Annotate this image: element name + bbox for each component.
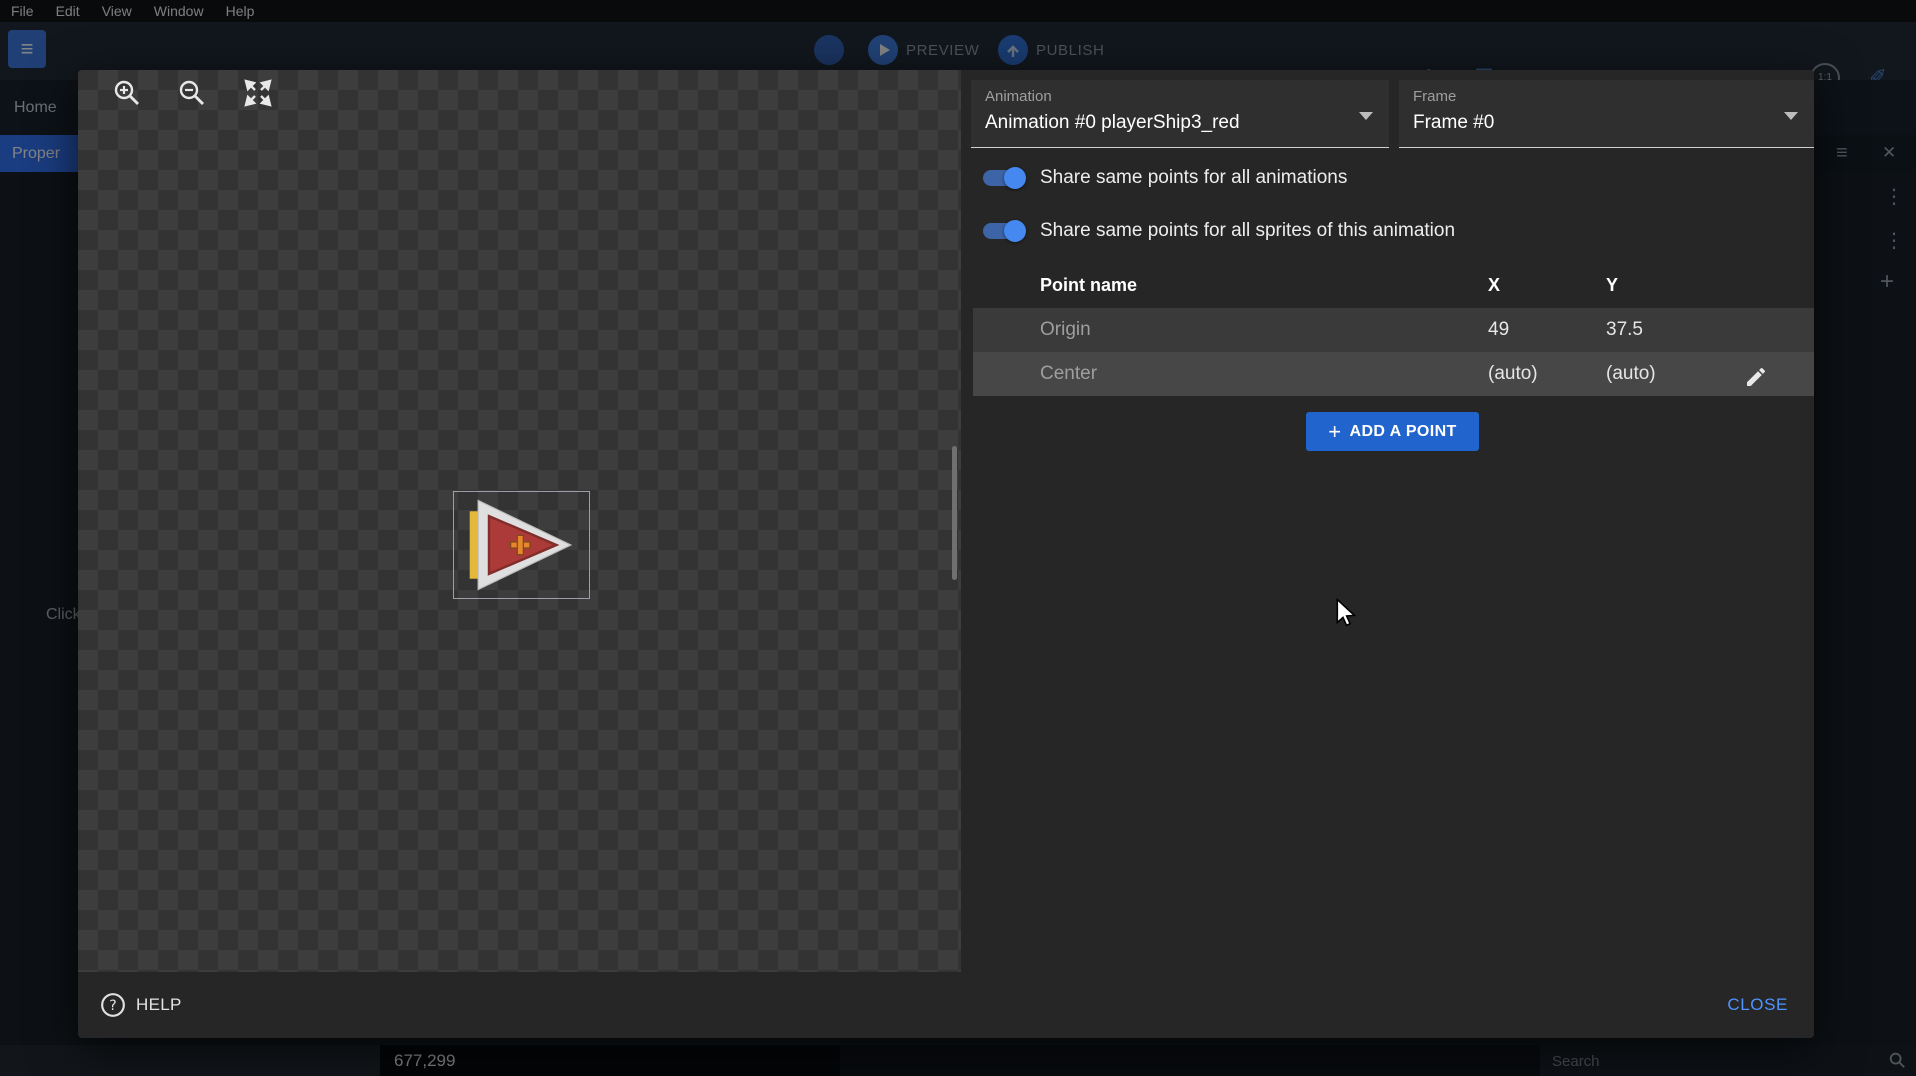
- point-y-value[interactable]: 37.5: [1606, 308, 1643, 352]
- help-label: HELP: [136, 995, 182, 1015]
- animation-select[interactable]: Animation Animation #0 playerShip3_red: [971, 80, 1389, 148]
- table-row-center[interactable]: Center (auto) (auto): [973, 352, 1814, 396]
- svg-text:?: ?: [109, 998, 116, 1014]
- close-button[interactable]: CLOSE: [1727, 972, 1788, 1038]
- point-x-value[interactable]: 49: [1488, 308, 1509, 352]
- animation-select-label: Animation: [985, 88, 1052, 105]
- frame-select-label: Frame: [1413, 88, 1456, 105]
- toggle-label: Share same points for all sprites of thi…: [1040, 220, 1455, 242]
- point-name: Origin: [1040, 308, 1091, 352]
- share-points-all-sprites-toggle[interactable]: [983, 223, 1023, 239]
- point-x-value[interactable]: (auto): [1488, 352, 1538, 396]
- fit-view-icon[interactable]: [242, 77, 274, 109]
- sprite-frame[interactable]: [453, 491, 590, 599]
- column-x: X: [1488, 263, 1500, 307]
- sprite-preview-canvas[interactable]: [78, 70, 961, 972]
- share-points-animations-row: Share same points for all animations: [983, 167, 1347, 189]
- help-button[interactable]: ? HELP: [100, 972, 182, 1038]
- chevron-down-icon: [1784, 112, 1798, 120]
- zoom-in-icon[interactable]: [111, 77, 143, 109]
- chevron-down-icon: [1359, 112, 1373, 120]
- frame-select[interactable]: Frame Frame #0: [1399, 80, 1814, 148]
- column-y: Y: [1606, 263, 1618, 307]
- pencil-icon: [1744, 365, 1768, 389]
- edit-point-button[interactable]: [1744, 362, 1768, 386]
- column-point-name: Point name: [1040, 263, 1137, 307]
- animation-select-value: Animation #0 playerShip3_red: [985, 112, 1240, 134]
- add-point-label: ADD A POINT: [1350, 423, 1457, 441]
- dialog-footer: ? HELP CLOSE: [78, 972, 1814, 1038]
- table-row-origin[interactable]: Origin 49 37.5: [973, 308, 1814, 352]
- points-table-header: Point name X Y: [973, 263, 1814, 307]
- toggle-label: Share same points for all animations: [1040, 167, 1347, 189]
- question-circle-icon: ?: [100, 992, 126, 1018]
- edit-points-dialog: Animation Animation #0 playerShip3_red F…: [78, 70, 1814, 1038]
- mouse-cursor: [1335, 598, 1357, 628]
- zoom-out-icon[interactable]: [176, 77, 208, 109]
- point-y-value[interactable]: (auto): [1606, 352, 1656, 396]
- canvas-scrollbar[interactable]: [952, 446, 957, 580]
- share-points-sprites-row: Share same points for all sprites of thi…: [983, 220, 1455, 242]
- plus-icon: +: [1328, 421, 1341, 443]
- frame-select-value: Frame #0: [1413, 112, 1494, 134]
- player-ship-sprite: [454, 492, 589, 598]
- add-point-button[interactable]: + ADD A POINT: [1306, 412, 1479, 451]
- share-points-all-animations-toggle[interactable]: [983, 170, 1023, 186]
- point-name: Center: [1040, 352, 1097, 396]
